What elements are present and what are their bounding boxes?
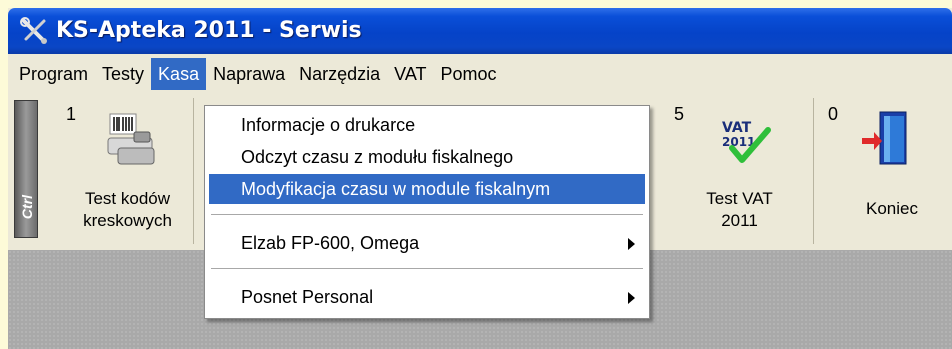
- svg-text:VAT: VAT: [722, 120, 752, 136]
- menu-item-posnet-submenu[interactable]: Posnet Personal: [209, 282, 645, 312]
- menu-item-label: Elzab FP-600, Omega: [241, 233, 420, 253]
- barcode-test-button[interactable]: 1 Test kodów kreskowych: [42, 98, 194, 244]
- menu-item-read-fiscal-time[interactable]: Odczyt czasu z modułu fiskalnego: [209, 142, 645, 172]
- window-title: KS-Apteka 2011 - Serwis: [56, 18, 362, 43]
- button-label: Test kodów: [84, 189, 171, 208]
- menu-item-elzab-submenu[interactable]: Elzab FP-600, Omega: [209, 228, 645, 258]
- menu-testy[interactable]: Testy: [95, 58, 151, 90]
- menu-separator: [211, 214, 643, 216]
- shortcut-number: 0: [828, 104, 839, 124]
- submenu-arrow-icon: [628, 292, 635, 304]
- button-label-line2: kreskowych: [83, 211, 172, 230]
- menu-item-printer-info[interactable]: Informacje o drukarce: [209, 110, 645, 140]
- app-window: KS-Apteka 2011 - Serwis Program Testy Ka…: [8, 8, 952, 349]
- menu-pomoc[interactable]: Pomoc: [434, 58, 504, 90]
- vat-test-button[interactable]: 5 VAT 2011 Test VAT 2011: [666, 98, 814, 244]
- vat-check-icon: VAT 2011: [722, 120, 771, 163]
- barcode-scanner-icon: [107, 113, 155, 165]
- menu-program[interactable]: Program: [12, 58, 95, 90]
- kasa-dropdown-menu: Informacje o drukarce Odczyt czasu z mod…: [204, 105, 650, 319]
- title-bar[interactable]: KS-Apteka 2011 - Serwis: [8, 8, 952, 54]
- menu-narzedzia[interactable]: Narzędzia: [292, 58, 387, 90]
- submenu-arrow-icon: [628, 238, 635, 250]
- menu-naprawa[interactable]: Naprawa: [206, 58, 292, 90]
- exit-door-icon: [862, 111, 907, 165]
- menu-vat[interactable]: VAT: [387, 58, 433, 90]
- menu-item-label: Posnet Personal: [241, 287, 374, 307]
- button-label: Koniec: [866, 199, 918, 218]
- tools-icon: [20, 17, 47, 44]
- button-label-line2: 2011: [721, 211, 758, 230]
- menu-item-modify-fiscal-time[interactable]: Modyfikacja czasu w module fiskalnym: [209, 174, 645, 204]
- menu-separator: [211, 268, 643, 270]
- shortcut-number: 1: [66, 104, 77, 124]
- ctrl-strip: Ctrl: [14, 100, 38, 238]
- menu-bar: Program Testy Kasa Naprawa Narzędzia VAT…: [8, 54, 952, 94]
- exit-button[interactable]: 0 Koniec: [816, 98, 952, 244]
- shortcut-number: 5: [674, 104, 685, 124]
- ctrl-label: Ctrl: [19, 194, 35, 220]
- button-label: Test VAT: [706, 189, 773, 208]
- menu-kasa[interactable]: Kasa: [151, 58, 207, 90]
